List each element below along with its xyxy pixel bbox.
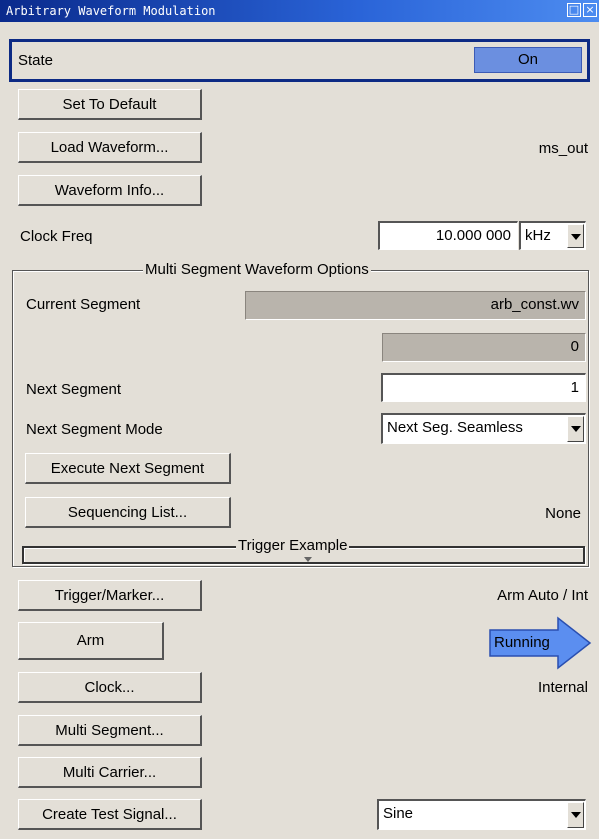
sequencing-list-button[interactable]: Sequencing List... <box>25 497 231 528</box>
arm-button[interactable]: Arm <box>18 622 164 660</box>
clock-status: Internal <box>537 679 588 696</box>
chevron-down-icon[interactable] <box>567 416 584 442</box>
sequencing-list-value: None <box>545 505 581 522</box>
multi-segment-options-title: Multi Segment Waveform Options <box>143 261 371 279</box>
next-segment-label: Next Segment <box>26 381 122 398</box>
clock-button[interactable]: Clock... <box>18 672 202 703</box>
waveform-info-button[interactable]: Waveform Info... <box>18 175 202 206</box>
close-icon[interactable]: × <box>583 3 597 17</box>
window-title-bar: Arbitrary Waveform Modulation □ × <box>0 0 599 22</box>
state-label: State <box>18 52 54 69</box>
next-segment-mode-label: Next Segment Mode <box>26 421 163 438</box>
maximize-icon[interactable]: □ <box>567 3 581 17</box>
waveform-file-name: ms_out <box>538 140 588 157</box>
multi-carrier-button[interactable]: Multi Carrier... <box>18 757 202 788</box>
execute-next-segment-button[interactable]: Execute Next Segment <box>25 453 231 484</box>
load-waveform-button[interactable]: Load Waveform... <box>18 132 202 163</box>
multi-segment-button[interactable]: Multi Segment... <box>18 715 202 746</box>
test-signal-select[interactable]: Sine <box>377 799 586 830</box>
trigger-marker-button[interactable]: Trigger/Marker... <box>18 580 202 611</box>
clock-freq-input[interactable]: 10.000 000 <box>378 221 518 250</box>
test-signal-value: Sine <box>383 805 414 822</box>
current-segment-index: 0 <box>382 333 586 362</box>
window-title: Arbitrary Waveform Modulation <box>6 4 216 18</box>
next-segment-mode-value: Next Seg. Seamless <box>387 419 523 436</box>
chevron-down-icon[interactable] <box>567 802 584 828</box>
running-label: Running <box>494 634 550 651</box>
caret-icon <box>304 557 312 562</box>
chevron-down-icon[interactable] <box>567 224 584 248</box>
set-to-default-button[interactable]: Set To Default <box>18 89 202 120</box>
create-test-signal-button[interactable]: Create Test Signal... <box>18 799 202 830</box>
current-segment-label: Current Segment <box>26 296 141 313</box>
next-segment-mode-select[interactable]: Next Seg. Seamless <box>381 413 586 444</box>
running-indicator: Running <box>488 616 592 670</box>
trigger-status: Arm Auto / Int <box>497 587 588 604</box>
state-row[interactable]: State On <box>9 39 590 82</box>
next-segment-input[interactable]: 1 <box>381 373 586 402</box>
trigger-example-title: Trigger Example <box>236 537 350 555</box>
clock-freq-label: Clock Freq <box>20 228 93 245</box>
state-toggle[interactable]: On <box>474 47 582 73</box>
clock-freq-unit-select[interactable]: kHz <box>519 221 586 250</box>
current-segment-value: arb_const.wv <box>245 291 586 320</box>
clock-freq-unit: kHz <box>525 227 551 244</box>
trigger-example-group: Trigger Example <box>22 537 585 564</box>
